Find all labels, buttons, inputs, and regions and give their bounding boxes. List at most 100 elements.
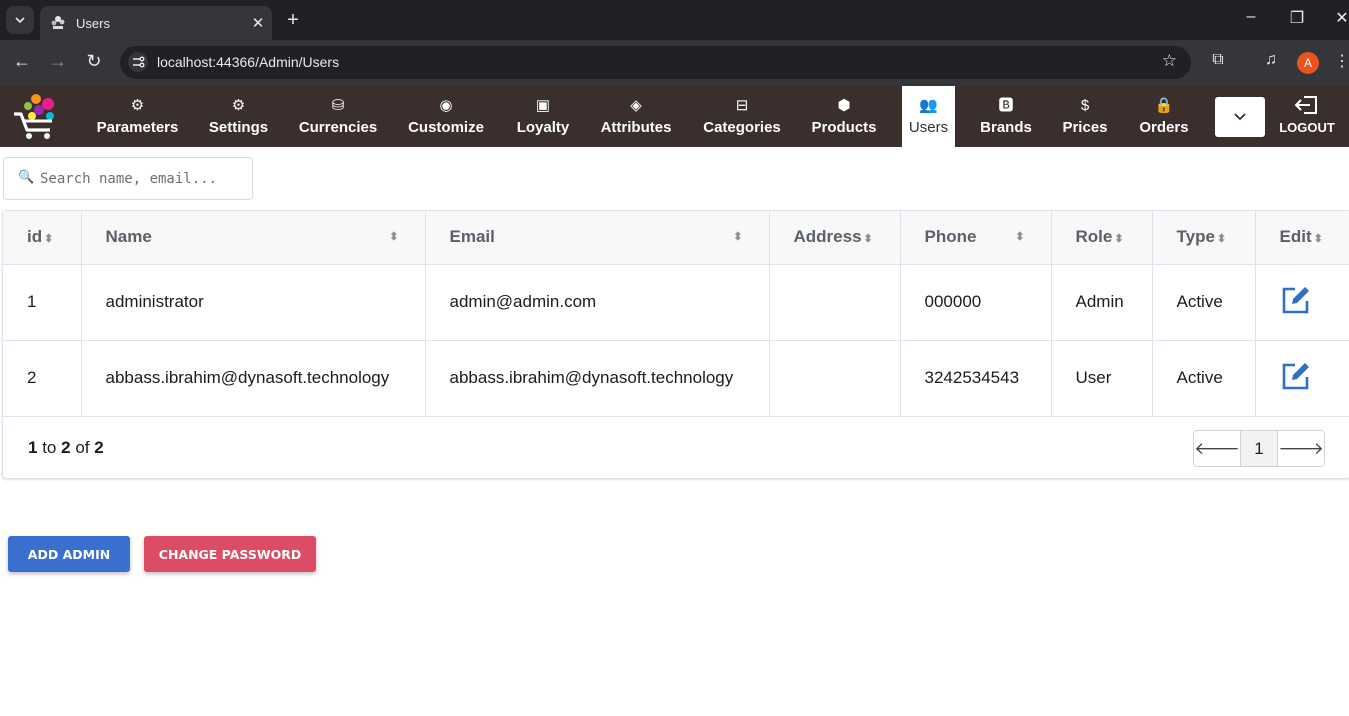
previous-page-icon[interactable]: 🡐 <box>1194 431 1240 466</box>
column-header-email[interactable]: Email ⬍ <box>425 211 770 265</box>
cell-phone: 3242534543 <box>900 340 1052 417</box>
coins-icon: ⛁ <box>331 97 345 114</box>
nav-item-attributes[interactable]: ◈ Attributes <box>598 86 674 147</box>
diamond-grid-icon: ◈ <box>630 97 642 114</box>
stack-icon: ⊟ <box>735 97 749 114</box>
box-icon: ⬢ <box>837 97 851 114</box>
tab-search-button[interactable] <box>6 6 34 34</box>
extensions-icon[interactable]: ⧉ <box>1206 51 1230 69</box>
minimize-icon[interactable]: – <box>1236 8 1266 26</box>
nav-item-products[interactable]: ⬢ Products <box>810 86 878 147</box>
nav-item-prices[interactable]: $ Prices <box>1062 86 1108 147</box>
search-input[interactable] <box>40 168 245 190</box>
cell-edit <box>1255 264 1349 341</box>
cell-name: administrator <box>81 264 426 341</box>
sort-icon[interactable]: ⬍ <box>864 233 873 245</box>
pagination-summary: 1 to 2 of 2 <box>28 438 104 457</box>
column-header-id[interactable]: id ⬍ <box>3 211 82 265</box>
cell-phone: 000000 <box>900 264 1052 341</box>
brand-b-icon: 🅱 <box>998 97 1014 114</box>
url-text: localhost:44366/Admin/Users <box>157 54 340 70</box>
chevron-down-icon <box>15 17 25 24</box>
sort-icon[interactable]: ⬍ <box>1114 233 1123 245</box>
nav-dropdown-button[interactable] <box>1215 97 1265 137</box>
cell-email: abbass.ibrahim@dynasoft.technology <box>425 340 770 417</box>
reload-icon[interactable]: ↻ <box>82 51 106 72</box>
table-row[interactable]: 1 administrator admin@admin.com 000000 A… <box>3 264 1349 341</box>
sort-icon[interactable]: ⬍ <box>733 230 742 243</box>
chevron-down-icon <box>1234 113 1246 121</box>
cell-type: Active <box>1152 340 1256 417</box>
favicon-icon <box>51 16 65 29</box>
column-header-name[interactable]: Name ⬍ <box>81 211 426 265</box>
nav-item-brands[interactable]: 🅱 Brands <box>979 86 1033 147</box>
search-box: 🔍 <box>3 157 253 200</box>
edit-icon[interactable] <box>1280 284 1312 316</box>
card-icon: ▣ <box>535 97 551 114</box>
edge-icon: ◉ <box>439 97 453 114</box>
cell-name: abbass.ibrahim@dynasoft.technology <box>81 340 426 417</box>
sort-icon[interactable]: ⬍ <box>1217 233 1226 245</box>
back-arrow-icon[interactable]: ← <box>10 51 34 72</box>
new-tab-button[interactable]: + <box>282 9 304 32</box>
table-row[interactable]: 2 abbass.ibrahim@dynasoft.technology abb… <box>3 340 1349 417</box>
media-control-icon[interactable]: ♫ <box>1259 51 1283 69</box>
sort-icon[interactable]: ⬍ <box>1015 230 1024 243</box>
change-password-button[interactable]: CHANGE PASSWORD <box>144 536 316 572</box>
cell-role: Admin <box>1051 264 1153 341</box>
address-bar[interactable]: localhost:44366/Admin/Users ☆ <box>120 46 1191 79</box>
forward-arrow-icon[interactable]: → <box>46 51 70 72</box>
logout-button[interactable]: LOGOUT <box>1278 94 1336 135</box>
users-table: id ⬍ Name ⬍ Email ⬍ Address ⬍ Phone ⬍ Role ⬍ T… <box>3 211 1349 417</box>
column-header-type[interactable]: Type ⬍ <box>1152 211 1256 265</box>
sort-icon[interactable]: ⬍ <box>1314 233 1323 245</box>
shop-logo-icon[interactable] <box>12 92 58 140</box>
browser-tab[interactable]: Users ✕ <box>40 6 272 40</box>
cell-address <box>769 264 901 341</box>
tab-close-icon[interactable]: ✕ <box>244 14 272 32</box>
menu-dots-icon[interactable]: ⋮ <box>1330 51 1349 71</box>
cell-address <box>769 340 901 417</box>
users-icon: 👥 <box>919 97 938 114</box>
sort-icon[interactable]: ⬍ <box>389 230 398 243</box>
cell-email: admin@admin.com <box>425 264 770 341</box>
gear-icon: ⚙ <box>231 97 246 114</box>
admin-navbar: ⚙ Parameters ⚙ Settings ⛁ Currencies ◉ C… <box>0 86 1349 147</box>
dollar-circle-icon: $ <box>1080 97 1090 114</box>
edit-icon[interactable] <box>1280 360 1312 392</box>
nav-item-users[interactable]: 👥 Users <box>902 86 955 147</box>
nav-item-parameters[interactable]: ⚙ Parameters <box>95 86 180 147</box>
cell-type: Active <box>1152 264 1256 341</box>
browser-toolbar: ← → ↻ localhost:44366/Admin/Users ☆ ⧉ ♫ … <box>0 40 1349 86</box>
sort-icon[interactable]: ⬍ <box>44 233 53 245</box>
window-close-icon[interactable]: ✕ <box>1327 8 1349 28</box>
maximize-icon[interactable]: ❐ <box>1282 8 1312 28</box>
add-admin-button[interactable]: ADD ADMIN <box>8 536 130 572</box>
nav-item-orders[interactable]: 🔒 Orders <box>1138 86 1190 147</box>
bookmark-star-icon[interactable]: ☆ <box>1162 51 1177 71</box>
nav-item-categories[interactable]: ⊟ Categories <box>702 86 782 147</box>
search-icon: 🔍 <box>18 169 35 184</box>
gear-outline-icon: ⚙ <box>130 97 145 114</box>
column-header-phone[interactable]: Phone ⬍ <box>900 211 1052 265</box>
cell-id: 1 <box>3 264 82 341</box>
site-info-icon[interactable] <box>128 52 148 72</box>
nav-item-settings[interactable]: ⚙ Settings <box>205 86 272 147</box>
pagination-buttons: 🡐 1 🡒 <box>1193 430 1325 467</box>
nav-item-currencies[interactable]: ⛁ Currencies <box>297 86 379 147</box>
nav-item-customize[interactable]: ◉ Customize <box>405 86 487 147</box>
column-header-address[interactable]: Address ⬍ <box>769 211 901 265</box>
tab-title: Users <box>76 15 110 31</box>
cell-edit <box>1255 340 1349 417</box>
nav-item-loyalty[interactable]: ▣ Loyalty <box>514 86 572 147</box>
cell-role: User <box>1051 340 1153 417</box>
column-header-role[interactable]: Role ⬍ <box>1051 211 1153 265</box>
cell-id: 2 <box>3 340 82 417</box>
current-page-button[interactable]: 1 <box>1240 431 1278 466</box>
profile-avatar[interactable]: A <box>1297 52 1319 74</box>
next-page-icon[interactable]: 🡒 <box>1278 431 1324 466</box>
column-header-edit[interactable]: Edit ⬍ <box>1255 211 1349 265</box>
pagination-panel: 1 to 2 of 2 🡐 1 🡒 <box>3 416 1349 478</box>
table-header-row: id ⬍ Name ⬍ Email ⬍ Address ⬍ Phone ⬍ Role ⬍ T… <box>3 211 1349 265</box>
logout-icon <box>1294 96 1317 114</box>
